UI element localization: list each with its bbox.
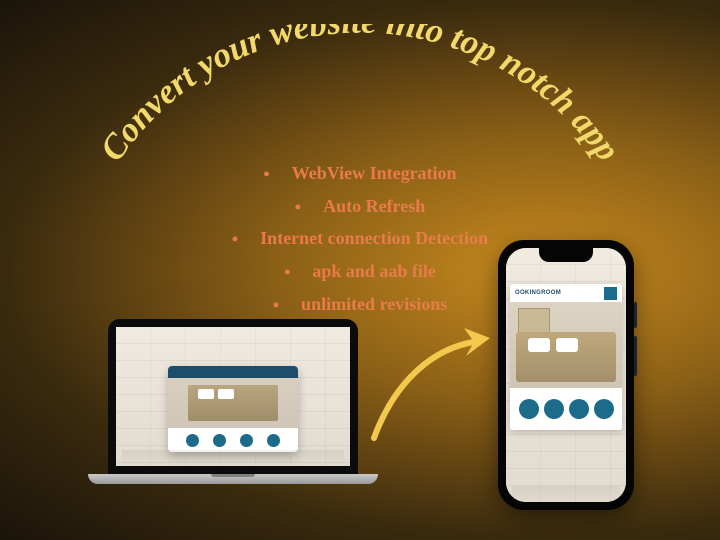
site-topbar <box>168 366 298 378</box>
phone-mockup: OOKINGROOM <box>498 240 634 510</box>
arrow-icon <box>356 308 506 458</box>
feature-item: Auto Refresh <box>232 191 488 224</box>
laptop-base <box>88 474 378 484</box>
circle-icon <box>186 434 199 447</box>
site-icon-row <box>168 428 298 452</box>
menu-icon <box>604 287 617 300</box>
hero-bed-graphic <box>188 385 278 421</box>
phone-display: OOKINGROOM <box>506 248 626 502</box>
site-hero <box>510 302 622 388</box>
svg-text:Convert your website into top: Convert your website into top notch app <box>92 24 628 168</box>
circle-icon <box>519 399 539 419</box>
circle-icon <box>544 399 564 419</box>
feature-list: WebView Integration Auto Refresh Interne… <box>232 158 488 321</box>
laptop-website-preview <box>168 366 298 452</box>
circle-icon <box>594 399 614 419</box>
feature-item: Internet connection Detection <box>232 223 488 256</box>
circle-icon <box>213 434 226 447</box>
site-icon-row <box>510 388 622 430</box>
feature-item: unlimited revisions <box>232 289 488 322</box>
headline-text: Convert your website into top notch app <box>92 24 628 168</box>
hero-bed-graphic <box>516 332 616 382</box>
laptop-mockup <box>108 319 358 484</box>
phone-website-preview: OOKINGROOM <box>510 284 622 430</box>
circle-icon <box>267 434 280 447</box>
site-hero <box>168 378 298 428</box>
laptop-display <box>116 327 350 466</box>
laptop-screen <box>108 319 358 474</box>
phone-side-button <box>634 302 637 328</box>
phone-side-button <box>634 336 637 376</box>
circle-icon <box>569 399 589 419</box>
desk-shadow <box>122 450 344 466</box>
feature-item: WebView Integration <box>232 158 488 191</box>
desk-shadow <box>512 486 620 502</box>
circle-icon <box>240 434 253 447</box>
site-topbar: OOKINGROOM <box>510 284 622 302</box>
site-brand: OOKINGROOM <box>515 290 561 296</box>
feature-item: apk and aab file <box>232 256 488 289</box>
